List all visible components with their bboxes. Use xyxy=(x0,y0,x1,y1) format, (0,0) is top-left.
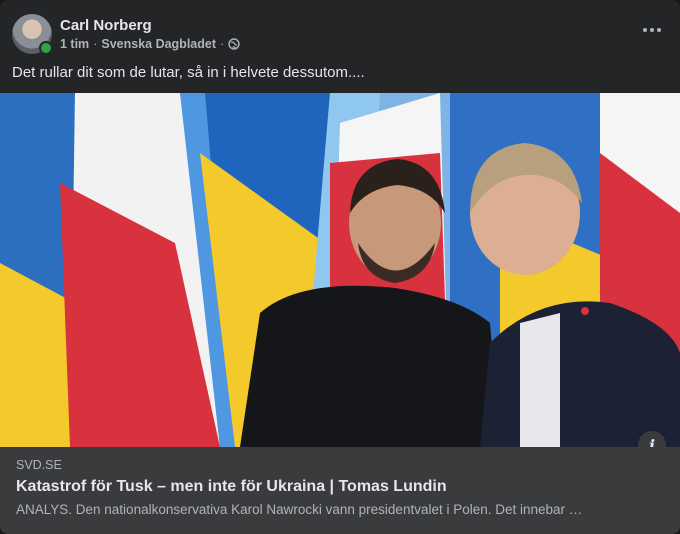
link-domain: SVD.SE xyxy=(16,458,62,472)
link-preview-image[interactable]: i xyxy=(0,93,680,447)
online-status-indicator xyxy=(39,41,53,55)
avatar[interactable] xyxy=(12,14,53,55)
link-title: Katastrof för Tusk – men inte för Ukrain… xyxy=(16,478,447,495)
post-text: Det rullar dit som de lutar, så in i hel… xyxy=(12,64,365,81)
author-name[interactable]: Carl Norberg xyxy=(60,17,240,34)
post-meta: Carl Norberg 1 tim · Svenska Dagbladet · xyxy=(60,17,240,51)
photo-illustration xyxy=(0,93,680,447)
facebook-post: Carl Norberg 1 tim · Svenska Dagbladet ·… xyxy=(0,0,680,534)
separator: · xyxy=(220,37,225,51)
post-source[interactable]: Svenska Dagbladet xyxy=(101,37,216,51)
link-preview[interactable]: SVD.SE Katastrof för Tusk – men inte för… xyxy=(0,447,680,534)
post-subline: 1 tim · Svenska Dagbladet · xyxy=(60,37,240,51)
globe-icon[interactable] xyxy=(228,38,240,50)
post-time[interactable]: 1 tim xyxy=(60,37,89,51)
post-header: Carl Norberg 1 tim · Svenska Dagbladet · xyxy=(12,12,240,56)
more-options-icon[interactable] xyxy=(638,20,666,40)
link-description: ANALYS. Den nationalkonservativa Karol N… xyxy=(16,502,583,517)
separator: · xyxy=(93,37,98,51)
